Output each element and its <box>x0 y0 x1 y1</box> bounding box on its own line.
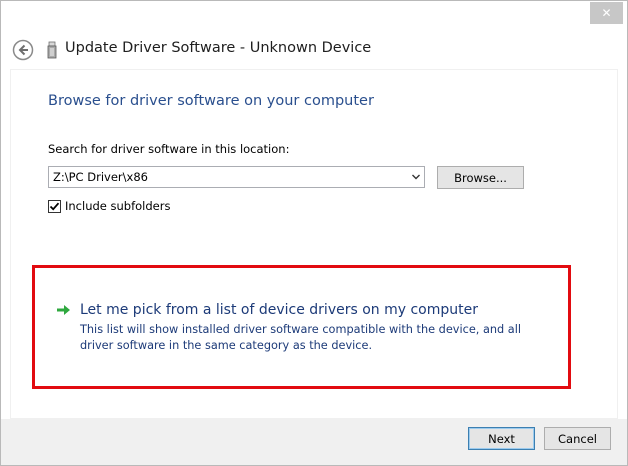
title-bar: ✕ <box>1 1 627 31</box>
include-subfolders-option[interactable]: Include subfolders <box>48 198 170 214</box>
page-heading: Browse for driver software on your compu… <box>48 93 374 109</box>
include-subfolders-label: Include subfolders <box>65 199 171 213</box>
wizard-header: Update Driver Software - Unknown Device <box>1 31 627 69</box>
close-icon: ✕ <box>601 6 612 20</box>
pick-from-list-link[interactable]: Let me pick from a list of device driver… <box>56 302 478 318</box>
back-arrow-icon[interactable] <box>12 39 34 61</box>
green-arrow-icon <box>57 305 70 315</box>
search-location-label: Search for driver software in this locat… <box>48 142 290 156</box>
pick-from-list-title[interactable]: Let me pick from a list of device driver… <box>80 302 478 318</box>
browse-button[interactable]: Browse... <box>437 166 524 189</box>
wizard-footer: Next Cancel <box>1 419 627 465</box>
checkmark-icon <box>49 202 60 211</box>
driver-path-value: Z:\PC Driver\x86 <box>53 170 148 184</box>
usb-device-icon <box>47 41 57 59</box>
window-title: Update Driver Software - Unknown Device <box>65 40 372 56</box>
pick-from-list-description: This list will show installed driver sof… <box>80 323 522 352</box>
update-driver-window: ✕ Update Driver Software - Unknown Devic… <box>0 0 628 466</box>
cancel-button[interactable]: Cancel <box>544 427 611 450</box>
wizard-content: Browse for driver software on your compu… <box>10 69 618 419</box>
include-subfolders-checkbox[interactable] <box>48 199 61 213</box>
chevron-down-icon[interactable] <box>411 172 421 182</box>
next-button[interactable]: Next <box>468 427 535 450</box>
driver-path-combobox[interactable]: Z:\PC Driver\x86 <box>48 166 425 188</box>
close-button[interactable]: ✕ <box>590 2 623 24</box>
